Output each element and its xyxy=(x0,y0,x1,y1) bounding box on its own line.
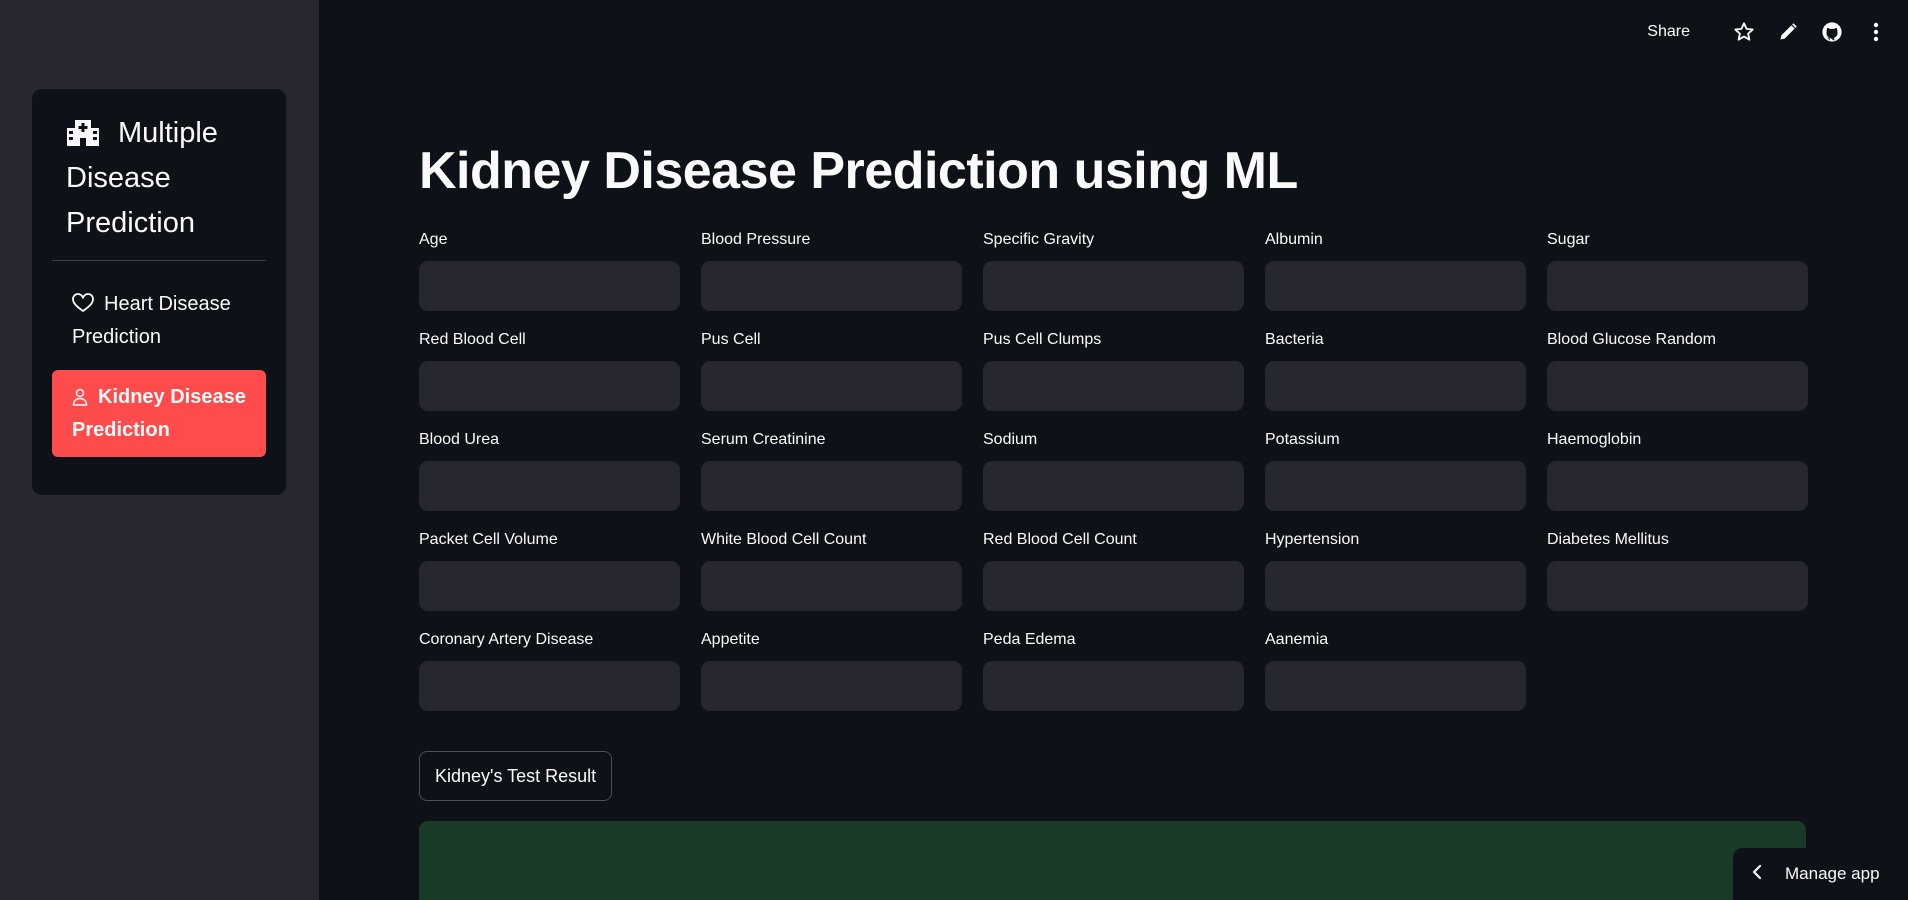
field-pus-cell-clumps: Pus Cell Clumps xyxy=(983,329,1244,411)
field-label: Serum Creatinine xyxy=(701,431,826,448)
success-alert xyxy=(419,821,1806,900)
field-label: Blood Urea xyxy=(419,431,500,448)
field-albumin: Albumin xyxy=(1265,229,1526,311)
field-blood-glucose-random: Blood Glucose Random xyxy=(1547,329,1808,411)
input-form: Age Blood Pressure Specific Gravity Albu… xyxy=(419,229,1808,711)
haemoglobin-input[interactable] xyxy=(1547,461,1808,511)
age-input[interactable] xyxy=(419,261,680,311)
pus-cell-input[interactable] xyxy=(701,361,962,411)
sidebar: Multiple Disease Prediction Heart Diseas… xyxy=(0,0,319,900)
manage-app-label: Manage app xyxy=(1785,864,1880,883)
diabetes-mellitus-input[interactable] xyxy=(1547,561,1808,611)
field-serum-creatinine: Serum Creatinine xyxy=(701,429,962,511)
bacteria-input[interactable] xyxy=(1265,361,1526,411)
field-label: Albumin xyxy=(1265,231,1323,248)
field-label: Coronary Artery Disease xyxy=(419,631,594,648)
field-label: Specific Gravity xyxy=(983,231,1095,248)
chevron-left-icon xyxy=(1751,864,1763,885)
specific-gravity-input[interactable] xyxy=(983,261,1244,311)
field-diabetes-mellitus: Diabetes Mellitus xyxy=(1547,529,1808,611)
field-label: Blood Pressure xyxy=(701,231,811,248)
sidebar-item-kidney-disease[interactable]: Kidney Disease Prediction xyxy=(52,370,266,457)
sidebar-item-label: Heart Disease Prediction xyxy=(72,293,231,348)
field-label: Aanemia xyxy=(1265,631,1329,648)
top-toolbar: Share xyxy=(1647,18,1888,46)
potassium-input[interactable] xyxy=(1265,461,1526,511)
field-peda-edema: Peda Edema xyxy=(983,629,1244,711)
field-aanemia: Aanemia xyxy=(1265,629,1526,711)
kebab-menu-icon[interactable] xyxy=(1864,20,1888,44)
field-blood-urea: Blood Urea xyxy=(419,429,680,511)
field-label: Blood Glucose Random xyxy=(1547,331,1716,348)
blood-urea-input[interactable] xyxy=(419,461,680,511)
field-pus-cell: Pus Cell xyxy=(701,329,962,411)
peda-edema-input[interactable] xyxy=(983,661,1244,711)
field-specific-gravity: Specific Gravity xyxy=(983,229,1244,311)
field-label: Pus Cell xyxy=(701,331,761,348)
red-blood-cell-count-input[interactable] xyxy=(983,561,1244,611)
field-coronary-artery-disease: Coronary Artery Disease xyxy=(419,629,680,711)
pus-cell-clumps-input[interactable] xyxy=(983,361,1244,411)
field-label: Age xyxy=(419,231,448,248)
sodium-input[interactable] xyxy=(983,461,1244,511)
white-blood-cell-count-input[interactable] xyxy=(701,561,962,611)
packet-cell-volume-input[interactable] xyxy=(419,561,680,611)
hypertension-input[interactable] xyxy=(1265,561,1526,611)
field-haemoglobin: Haemoglobin xyxy=(1547,429,1808,511)
field-white-blood-cell-count: White Blood Cell Count xyxy=(701,529,962,611)
field-label: White Blood Cell Count xyxy=(701,531,867,548)
field-label: Red Blood Cell Count xyxy=(983,531,1137,548)
page-title: Kidney Disease Prediction using ML xyxy=(419,142,1298,200)
red-blood-cell-input[interactable] xyxy=(419,361,680,411)
field-red-blood-cell: Red Blood Cell xyxy=(419,329,680,411)
field-red-blood-cell-count: Red Blood Cell Count xyxy=(983,529,1244,611)
sugar-input[interactable] xyxy=(1547,261,1808,311)
field-potassium: Potassium xyxy=(1265,429,1526,511)
field-appetite: Appetite xyxy=(701,629,962,711)
field-sugar: Sugar xyxy=(1547,229,1808,311)
field-bacteria: Bacteria xyxy=(1265,329,1526,411)
option-menu: Multiple Disease Prediction Heart Diseas… xyxy=(32,89,286,495)
github-icon[interactable] xyxy=(1820,20,1844,44)
field-label: Red Blood Cell xyxy=(419,331,526,348)
field-label: Bacteria xyxy=(1265,331,1324,348)
field-label: Haemoglobin xyxy=(1547,431,1642,448)
heart-icon xyxy=(72,292,94,322)
blood-pressure-input[interactable] xyxy=(701,261,962,311)
aanemia-input[interactable] xyxy=(1265,661,1526,711)
coronary-artery-disease-input[interactable] xyxy=(419,661,680,711)
field-label: Sugar xyxy=(1547,231,1590,248)
field-hypertension: Hypertension xyxy=(1265,529,1526,611)
field-blood-pressure: Blood Pressure xyxy=(701,229,962,311)
field-label: Hypertension xyxy=(1265,531,1360,548)
sidebar-item-label: Kidney Disease Prediction xyxy=(72,386,246,441)
field-label: Packet Cell Volume xyxy=(419,531,558,548)
hospital-icon xyxy=(66,115,100,146)
kidney-test-result-button[interactable]: Kidney's Test Result xyxy=(419,751,613,801)
person-icon xyxy=(72,385,88,415)
appetite-input[interactable] xyxy=(701,661,962,711)
field-label: Appetite xyxy=(701,631,760,648)
manage-app-button[interactable]: Manage app xyxy=(1733,848,1908,900)
pencil-icon[interactable] xyxy=(1776,20,1800,44)
sidebar-item-heart-disease[interactable]: Heart Disease Prediction xyxy=(52,281,266,360)
field-label: Pus Cell Clumps xyxy=(983,331,1102,348)
field-label: Diabetes Mellitus xyxy=(1547,531,1669,548)
share-button[interactable]: Share xyxy=(1647,23,1690,41)
menu-title: Multiple Disease Prediction xyxy=(66,111,266,246)
star-icon[interactable] xyxy=(1732,20,1756,44)
blood-glucose-random-input[interactable] xyxy=(1547,361,1808,411)
field-label: Potassium xyxy=(1265,431,1340,448)
serum-creatinine-input[interactable] xyxy=(701,461,962,511)
field-label: Sodium xyxy=(983,431,1038,448)
field-label: Peda Edema xyxy=(983,631,1076,648)
field-age: Age xyxy=(419,229,680,311)
menu-divider xyxy=(52,260,266,261)
field-sodium: Sodium xyxy=(983,429,1244,511)
field-packet-cell-volume: Packet Cell Volume xyxy=(419,529,680,611)
albumin-input[interactable] xyxy=(1265,261,1526,311)
